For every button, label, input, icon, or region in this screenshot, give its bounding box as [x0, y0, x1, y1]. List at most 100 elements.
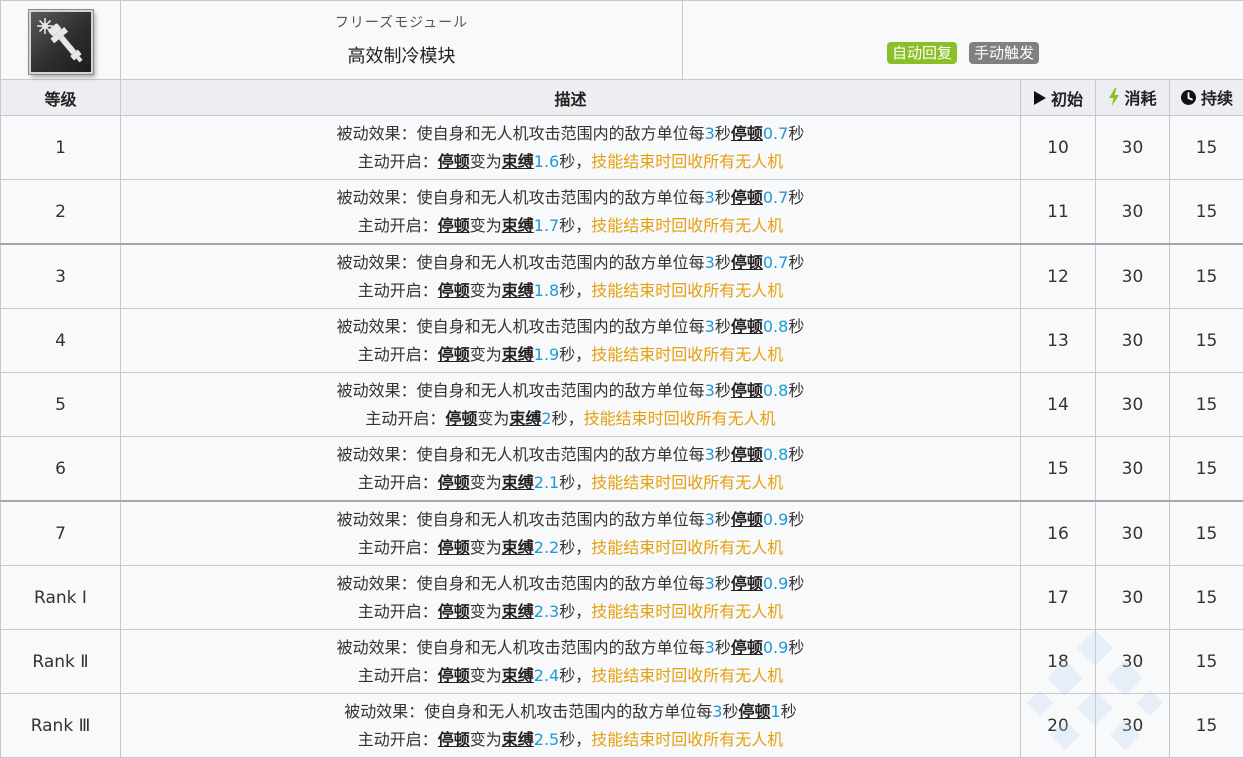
stun-keyword: 停顿	[731, 510, 763, 529]
description-column-header: 描述	[121, 80, 1021, 116]
bind-time-value: 2.3	[534, 602, 559, 621]
skill-table: フリーズモジュール 高效制冷模块 自动回复 手动触发 等级 描述 初始 消耗	[0, 0, 1243, 758]
description-cell: 被动效果：使自身和无人机攻击范围内的敌方单位每3秒停顿0.7秒主动开启：停顿变为…	[121, 116, 1021, 180]
second-unit: 秒	[715, 124, 731, 143]
active-effect-line: 主动开启：停顿变为束缚1.8秒，技能结束时回收所有无人机	[121, 277, 1020, 305]
active-effect-line: 主动开启：停顿变为束缚2秒，技能结束时回收所有无人机	[121, 405, 1020, 433]
duration-cell: 15	[1170, 694, 1243, 758]
initial-sp-cell: 20	[1021, 694, 1096, 758]
sp-cost-cell: 30	[1096, 630, 1170, 694]
stun-time-value: 0.9	[763, 638, 788, 657]
interval-value: 3	[705, 124, 715, 143]
duration-cell: 15	[1170, 180, 1243, 245]
becomes-text: 变为	[470, 281, 502, 300]
duration-cell: 15	[1170, 630, 1243, 694]
initial-sp-cell: 18	[1021, 630, 1096, 694]
second-unit: 秒	[788, 124, 804, 143]
stun-keyword: 停顿	[731, 638, 763, 657]
stun-keyword: 停顿	[739, 702, 771, 721]
skill-tags: 自动回复 手动触发	[683, 42, 1243, 64]
duration-cell: 15	[1170, 309, 1243, 373]
interval-value: 3	[705, 253, 715, 272]
stun-keyword: 停顿	[438, 152, 470, 171]
interval-value: 3	[705, 381, 715, 400]
active-prefix: 主动开启：	[358, 538, 438, 557]
stun-time-value: 0.7	[763, 124, 788, 143]
passive-effect-line: 被动效果：使自身和无人机攻击范围内的敌方单位每3秒停顿0.7秒	[121, 184, 1020, 212]
active-effect-line: 主动开启：停顿变为束缚2.3秒，技能结束时回收所有无人机	[121, 598, 1020, 626]
becomes-text: 变为	[470, 216, 502, 235]
second-unit: 秒	[788, 253, 804, 272]
auto-recover-badge: 自动回复	[887, 42, 957, 64]
clock-icon	[1180, 89, 1197, 106]
stun-time-value: 0.8	[763, 317, 788, 336]
bind-keyword: 束缚	[502, 152, 534, 171]
sp-cost-cell: 30	[1096, 180, 1170, 245]
initial-sp-cell: 10	[1021, 116, 1096, 180]
passive-effect-line: 被动效果：使自身和无人机攻击范围内的敌方单位每3秒停顿0.8秒	[121, 441, 1020, 469]
initial-sp-cell: 12	[1021, 244, 1096, 309]
second-unit-comma: 秒，	[559, 216, 591, 235]
initial-sp-cell: 13	[1021, 309, 1096, 373]
second-unit: 秒	[715, 445, 731, 464]
passive-prefix: 被动效果：使自身和无人机攻击范围内的敌方单位每	[337, 253, 705, 272]
passive-effect-line: 被动效果：使自身和无人机攻击范围内的敌方单位每3秒停顿0.9秒	[121, 570, 1020, 598]
active-prefix: 主动开启：	[358, 473, 438, 492]
second-unit: 秒	[788, 638, 804, 657]
skill-header-row: フリーズモジュール 高效制冷模块 自动回复 手动触发	[1, 1, 1243, 80]
stun-keyword: 停顿	[438, 345, 470, 364]
initial-sp-cell: 16	[1021, 501, 1096, 566]
second-unit-comma: 秒，	[559, 538, 591, 557]
recall-drones-text: 技能结束时回收所有无人机	[591, 473, 783, 492]
passive-prefix: 被动效果：使自身和无人机攻击范围内的敌方单位每	[337, 574, 705, 593]
passive-effect-line: 被动效果：使自身和无人机攻击范围内的敌方单位每3秒停顿0.9秒	[121, 634, 1020, 662]
table-row: 4被动效果：使自身和无人机攻击范围内的敌方单位每3秒停顿0.8秒主动开启：停顿变…	[1, 309, 1243, 373]
description-cell: 被动效果：使自身和无人机攻击范围内的敌方单位每3秒停顿0.8秒主动开启：停顿变为…	[121, 437, 1021, 502]
passive-prefix: 被动效果：使自身和无人机攻击范围内的敌方单位每	[337, 381, 705, 400]
level-column-header: 等级	[1, 80, 121, 116]
interval-value: 3	[705, 510, 715, 529]
sp-cost-cell: 30	[1096, 694, 1170, 758]
passive-prefix: 被动效果：使自身和无人机攻击范围内的敌方单位每	[337, 638, 705, 657]
second-unit-comma: 秒，	[559, 152, 591, 171]
duration-column-label: 持续	[1201, 85, 1233, 109]
passive-prefix: 被动效果：使自身和无人机攻击范围内的敌方单位每	[337, 188, 705, 207]
level-cell: 1	[1, 116, 121, 180]
table-row: 1被动效果：使自身和无人机攻击范围内的敌方单位每3秒停顿0.7秒主动开启：停顿变…	[1, 116, 1243, 180]
recall-drones-text: 技能结束时回收所有无人机	[591, 602, 783, 621]
stun-keyword: 停顿	[438, 216, 470, 235]
duration-cell: 15	[1170, 244, 1243, 309]
second-unit: 秒	[715, 381, 731, 400]
drone-module-icon	[29, 10, 93, 74]
level-cell: Rank Ⅲ	[1, 694, 121, 758]
stun-keyword: 停顿	[731, 381, 763, 400]
passive-effect-line: 被动效果：使自身和无人机攻击范围内的敌方单位每3秒停顿0.7秒	[121, 120, 1020, 148]
play-icon	[1033, 90, 1047, 106]
bind-time-value: 1.8	[534, 281, 559, 300]
recall-drones-text: 技能结束时回收所有无人机	[591, 345, 783, 364]
recall-drones-text: 技能结束时回收所有无人机	[591, 216, 783, 235]
second-unit: 秒	[715, 188, 731, 207]
skill-name-jp: フリーズモジュール	[121, 12, 682, 32]
interval-value: 3	[705, 317, 715, 336]
stun-keyword: 停顿	[438, 281, 470, 300]
interval-value: 3	[705, 638, 715, 657]
active-effect-line: 主动开启：停顿变为束缚2.4秒，技能结束时回收所有无人机	[121, 662, 1020, 690]
table-row: 5被动效果：使自身和无人机攻击范围内的敌方单位每3秒停顿0.8秒主动开启：停顿变…	[1, 373, 1243, 437]
stun-time-value: 0.7	[763, 188, 788, 207]
active-prefix: 主动开启：	[358, 730, 438, 749]
description-cell: 被动效果：使自身和无人机攻击范围内的敌方单位每3秒停顿0.8秒主动开启：停顿变为…	[121, 373, 1021, 437]
becomes-text: 变为	[470, 666, 502, 685]
stun-time-value: 0.9	[763, 574, 788, 593]
sp-cost-cell: 30	[1096, 244, 1170, 309]
second-unit: 秒	[788, 574, 804, 593]
level-cell: 5	[1, 373, 121, 437]
passive-prefix: 被动效果：使自身和无人机攻击范围内的敌方单位每	[337, 124, 705, 143]
description-cell: 被动效果：使自身和无人机攻击范围内的敌方单位每3秒停顿0.9秒主动开启：停顿变为…	[121, 501, 1021, 566]
becomes-text: 变为	[470, 152, 502, 171]
second-unit: 秒	[788, 510, 804, 529]
passive-effect-line: 被动效果：使自身和无人机攻击范围内的敌方单位每3秒停顿0.7秒	[121, 249, 1020, 277]
initial-sp-cell: 17	[1021, 566, 1096, 630]
bind-time-value: 2.4	[534, 666, 559, 685]
cost-column-header: 消耗	[1096, 80, 1170, 116]
